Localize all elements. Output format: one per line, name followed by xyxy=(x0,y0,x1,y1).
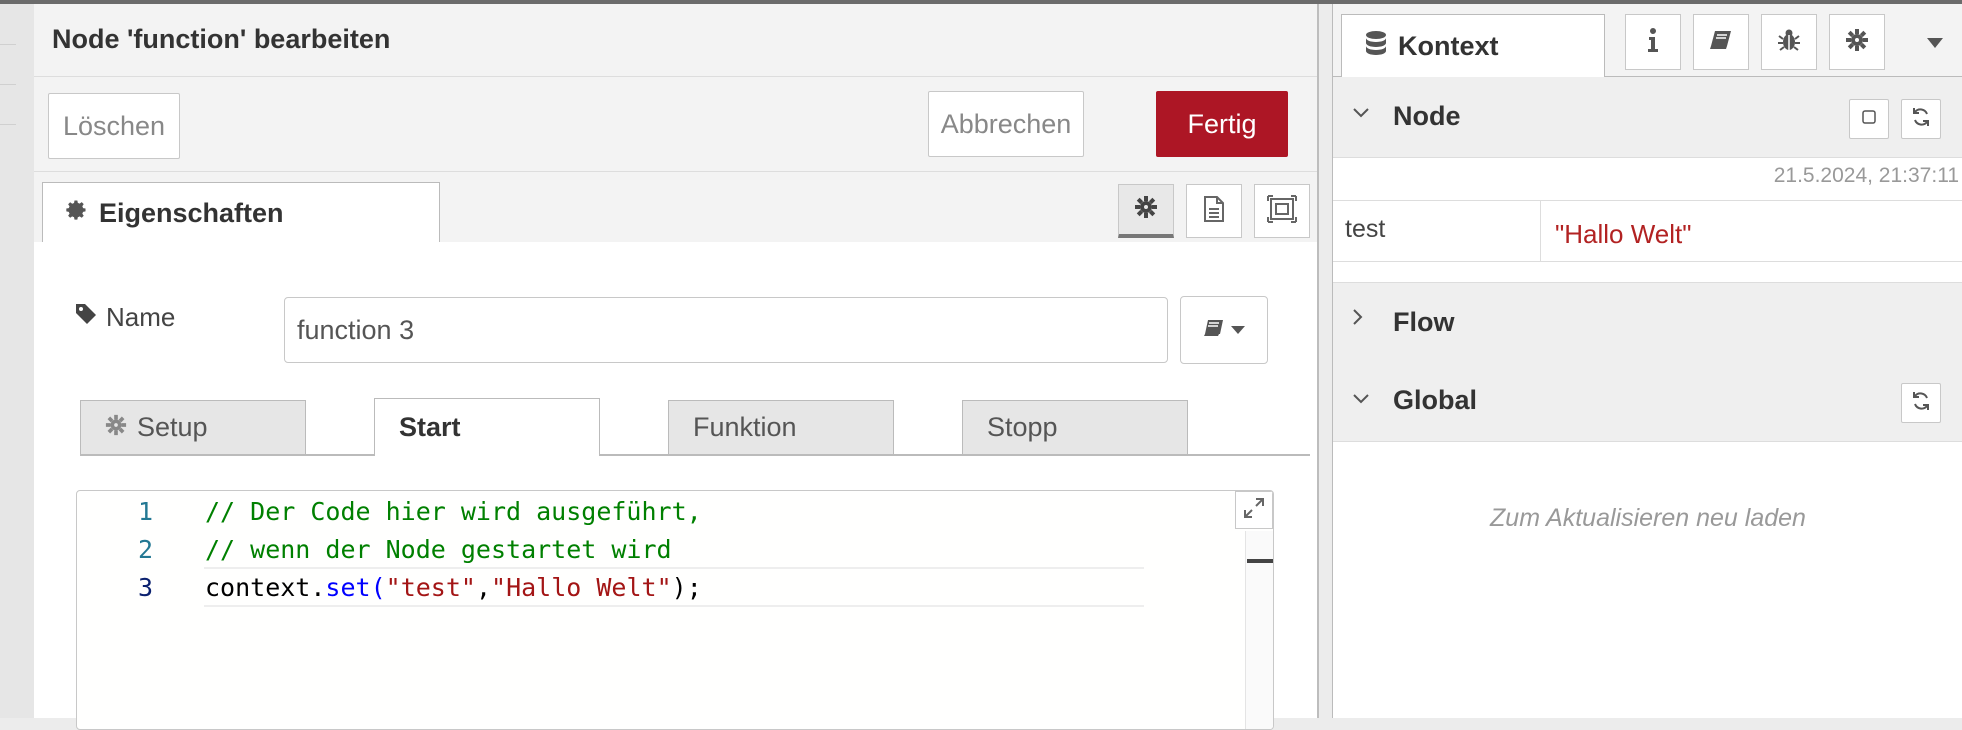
context-timestamp: 21.5.2024, 21:37:11 xyxy=(1773,164,1959,187)
code-token: ); xyxy=(671,573,702,602)
editor-tabs: Eigenschaften xyxy=(34,172,1317,244)
book-icon xyxy=(1203,318,1225,343)
tray-toolbar: Löschen Abbrechen Fertig xyxy=(34,77,1317,172)
caret-down-icon xyxy=(1231,321,1245,339)
name-library-button[interactable] xyxy=(1180,296,1268,364)
code-line-2: // wenn der Node gestartet wird xyxy=(205,535,672,564)
caret-down-icon xyxy=(1927,35,1943,53)
tab-properties[interactable]: Eigenschaften xyxy=(42,182,440,244)
properties-view-button[interactable] xyxy=(1118,184,1174,238)
cancel-button[interactable]: Abbrechen xyxy=(928,91,1084,157)
context-entry[interactable]: test "Hallo Welt" xyxy=(1333,200,1962,262)
bug-icon xyxy=(1777,27,1801,58)
refresh-icon xyxy=(1911,391,1931,416)
tag-icon xyxy=(74,302,106,333)
chevron-down-icon xyxy=(1353,391,1369,409)
gear-icon xyxy=(1845,28,1869,57)
info-tab-button[interactable] xyxy=(1625,14,1681,70)
workspace-grid-cell xyxy=(0,44,16,85)
function-subtabs: Setup Start Funktion Stopp xyxy=(80,392,1310,456)
line-number: 2 xyxy=(137,535,153,564)
workspace-grid-cell xyxy=(0,84,16,125)
settings-tab-button[interactable] xyxy=(1829,14,1885,70)
debug-tab-button[interactable] xyxy=(1761,14,1817,70)
chevron-right-icon xyxy=(1353,309,1363,330)
subtab-start[interactable]: Start xyxy=(374,398,600,456)
code-token: "Hallo Welt" xyxy=(491,573,672,602)
section-global[interactable]: Global xyxy=(1333,361,1962,442)
line-number: 3 xyxy=(137,573,153,602)
column-divider xyxy=(1540,201,1541,261)
tab-properties-label: Eigenschaften xyxy=(99,198,284,228)
book-icon xyxy=(1709,29,1733,56)
code-token: "test" xyxy=(385,573,476,602)
section-node[interactable]: Node xyxy=(1333,77,1962,158)
frame-icon xyxy=(1267,194,1297,228)
expand-editor-button[interactable] xyxy=(1235,491,1273,529)
help-tab-button[interactable] xyxy=(1693,14,1749,70)
code-token: , xyxy=(475,573,492,602)
workspace-grid-cell xyxy=(0,4,16,45)
global-refresh-button[interactable] xyxy=(1901,383,1941,423)
name-label-text: Name xyxy=(106,302,176,332)
code-minimap[interactable] xyxy=(1152,493,1222,507)
appearance-view-button[interactable] xyxy=(1254,184,1310,238)
tab-context[interactable]: Kontext xyxy=(1341,14,1605,77)
file-text-icon xyxy=(1203,195,1225,228)
subtab-setup[interactable]: Setup xyxy=(80,400,306,454)
name-label: Name xyxy=(74,302,175,333)
context-sidebar: Kontext Node 21.5.2024, 21:37:11 test "H… xyxy=(1332,4,1962,718)
code-scroll-thumb[interactable] xyxy=(1247,559,1273,563)
refresh-hint: Zum Aktualisieren neu laden xyxy=(1490,504,1806,532)
code-token: context. xyxy=(205,573,326,602)
tray-title: Node 'function' bearbeiten xyxy=(52,24,391,54)
line-number: 1 xyxy=(137,497,153,526)
gear-icon xyxy=(105,412,137,443)
tab-context-label: Kontext xyxy=(1398,30,1499,61)
code-token: set( xyxy=(325,573,386,602)
square-icon xyxy=(1861,109,1877,130)
delete-button[interactable]: Löschen xyxy=(48,93,180,159)
expand-icon xyxy=(1243,497,1265,524)
code-line-1: // Der Code hier wird ausgeführt, xyxy=(205,497,702,526)
section-node-title: Node xyxy=(1393,101,1461,131)
section-flow-title: Flow xyxy=(1393,307,1455,337)
section-flow[interactable]: Flow xyxy=(1333,282,1962,362)
subtab-setup-label: Setup xyxy=(137,412,208,442)
code-editor[interactable]: 1 2 3 // Der Code hier wird ausgeführt, … xyxy=(76,490,1274,730)
name-input[interactable]: function 3 xyxy=(284,297,1168,363)
code-line-3: context.set("test","Hallo Welt"); xyxy=(205,569,702,607)
node-toggle-button[interactable] xyxy=(1849,99,1889,139)
context-key: test xyxy=(1345,215,1386,243)
database-icon xyxy=(1364,30,1398,63)
description-view-button[interactable] xyxy=(1186,184,1242,238)
context-value: "Hallo Welt" xyxy=(1555,219,1692,249)
gear-icon xyxy=(1134,195,1158,224)
gear-icon xyxy=(65,198,99,229)
subtab-stop[interactable]: Stopp xyxy=(962,400,1188,454)
properties-form: Name function 3 Setup Start Funktion Sto… xyxy=(34,242,1317,730)
tray-header: Node 'function' bearbeiten xyxy=(34,4,1317,77)
workspace-edge xyxy=(0,4,35,718)
node-editor-tray: Node 'function' bearbeiten Löschen Abbre… xyxy=(34,4,1319,730)
node-refresh-button[interactable] xyxy=(1901,99,1941,139)
refresh-icon xyxy=(1911,107,1931,132)
sidebar-tabs: Kontext xyxy=(1333,4,1962,77)
subtab-function[interactable]: Funktion xyxy=(668,400,894,454)
done-button[interactable]: Fertig xyxy=(1156,91,1288,157)
section-global-title: Global xyxy=(1393,385,1478,415)
sidebar-menu-dropdown[interactable] xyxy=(1915,24,1955,64)
chevron-down-icon xyxy=(1353,105,1369,123)
info-icon xyxy=(1647,27,1659,57)
